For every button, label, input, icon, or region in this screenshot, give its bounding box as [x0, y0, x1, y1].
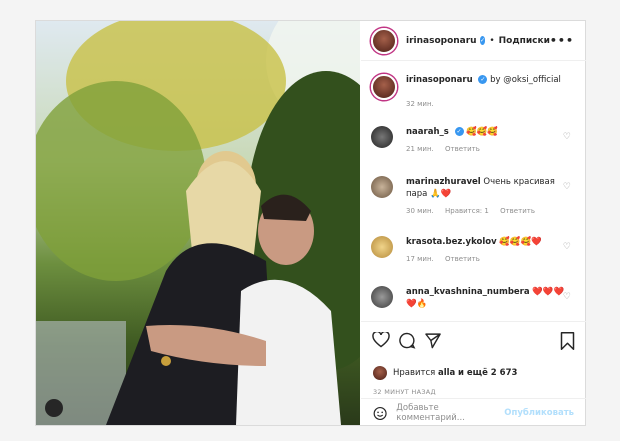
likes-count[interactable]: и ещё 2 673 [458, 368, 517, 378]
comment-meta: 30 мин. Нравится: 1 Ответить [406, 205, 566, 217]
post-header: irinasoponaru ✓ • Подписки ••• [361, 21, 586, 61]
comments-list: irinasoponaru ✓ by @oksi_official 32 мин… [361, 62, 586, 329]
verified-icon: ✓ [479, 36, 486, 45]
publish-button[interactable]: Опубликовать [504, 408, 574, 418]
comment-likes[interactable]: Нравится: 1 [445, 207, 489, 215]
avatar[interactable] [371, 126, 393, 148]
avatar[interactable] [373, 366, 387, 380]
caption-body: irinasoponaru ✓ by @oksi_official 32 мин… [406, 74, 566, 110]
comment-body: marinazhuravel Очень красивая пара 🙏❤️ 3… [406, 176, 566, 217]
comment-meta: 17 мин. Ответить [406, 253, 566, 265]
photo-illustration [36, 21, 360, 425]
caption-meta: 32 мин. [406, 98, 566, 110]
comment-body: anna_kvashnina_numbera ❤️❤️❤️ ❤️🔥 [406, 286, 566, 310]
post-actions: Нравится alla и ещё 2 673 32 МИНУТ НАЗАД… [361, 321, 586, 426]
comment-time: 21 мин. [406, 145, 434, 153]
comment-username[interactable]: marinazhuravel [406, 177, 481, 187]
post-time-ago: 32 МИНУТ НАЗАД [373, 388, 436, 396]
comment-text: 🥰🥰🥰❤️ [499, 237, 542, 247]
post-sidebar: irinasoponaru ✓ • Подписки ••• irinasopo… [361, 21, 586, 425]
more-options-icon[interactable]: ••• [550, 34, 574, 47]
likes-summary: Нравится alla и ещё 2 673 [373, 366, 517, 380]
reply-link[interactable]: Ответить [445, 255, 480, 263]
caption-time: 32 мин. [406, 100, 434, 108]
like-comment-icon[interactable]: ♡ [563, 182, 571, 192]
comment-meta: 21 мин. Ответить [406, 143, 566, 155]
like-icon[interactable] [372, 332, 390, 348]
caption-username[interactable]: irinasoponaru [406, 75, 473, 85]
likes-user[interactable]: alla [438, 368, 455, 378]
caption-text: by @oksi_official [490, 75, 561, 85]
comment-text: 🥰🥰🥰 [466, 127, 498, 137]
comment-time: 30 мин. [406, 207, 434, 215]
tagged-user-icon[interactable] [45, 399, 63, 417]
following-button[interactable]: Подписки [499, 36, 550, 46]
post-photo[interactable] [36, 21, 360, 425]
avatar[interactable] [371, 27, 397, 54]
comment-username[interactable]: naarah_s [406, 127, 449, 137]
like-comment-icon[interactable]: ♡ [563, 292, 571, 302]
add-comment-bar: Добавьте комментарий... Опубликовать [361, 398, 586, 427]
instagram-post-card: irinasoponaru ✓ • Подписки ••• irinasopo… [35, 20, 586, 426]
avatar[interactable] [371, 176, 393, 198]
comment-body: krasota.bez.ykolov 🥰🥰🥰❤️ 17 мин. Ответит… [406, 236, 566, 265]
likes-prefix: Нравится [393, 368, 436, 378]
reply-link[interactable]: Ответить [445, 145, 480, 153]
like-comment-icon[interactable]: ♡ [563, 132, 571, 142]
comment-body: naarah_s ✓ 🥰🥰🥰 21 мин. Ответить [406, 126, 566, 155]
comment-time: 17 мин. [406, 255, 434, 263]
avatar[interactable] [371, 74, 397, 100]
emoji-icon[interactable] [373, 406, 387, 421]
reply-link[interactable]: Ответить [500, 207, 535, 215]
save-bookmark-icon[interactable] [560, 332, 575, 350]
author-username[interactable]: irinasoponaru [406, 36, 477, 46]
verified-icon: ✓ [478, 75, 488, 84]
comment-icon[interactable] [398, 332, 416, 349]
verified-icon: ✓ [454, 127, 464, 136]
avatar[interactable] [371, 236, 393, 258]
separator-dot: • [489, 35, 495, 46]
like-comment-icon[interactable]: ♡ [563, 242, 571, 252]
comment-username[interactable]: anna_kvashnina_numbera [406, 287, 530, 297]
share-icon[interactable] [424, 332, 442, 349]
avatar[interactable] [371, 286, 393, 308]
comment-input[interactable]: Добавьте комментарий... [396, 403, 504, 423]
comment-username[interactable]: krasota.bez.ykolov [406, 237, 497, 247]
